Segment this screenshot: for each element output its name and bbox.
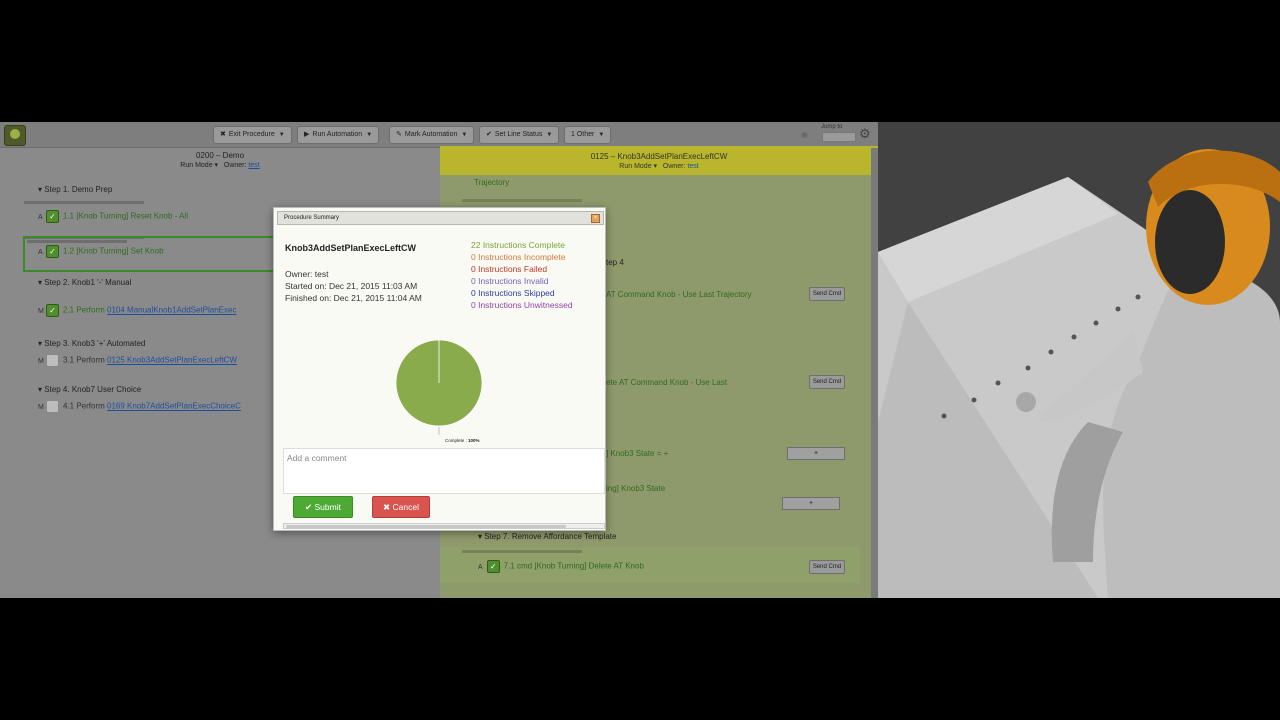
plus-button[interactable]: +: [787, 447, 845, 460]
robot-3d-viewport[interactable]: [878, 122, 1280, 598]
list-item[interactable]: M 3.1 Perform 0125 Knob3AddSetPlanExecLef…: [38, 354, 237, 367]
send-cmd-button[interactable]: Send Cmd: [809, 287, 845, 301]
chevron-down-icon: ▼: [366, 132, 373, 138]
send-cmd-button[interactable]: Send Cmd: [809, 375, 845, 389]
robot-visor: [1155, 190, 1225, 294]
checkbox-done[interactable]: ✓: [46, 210, 59, 223]
gear-icon[interactable]: ⚙: [859, 127, 871, 141]
finished-text: Finished on: Dec 21, 2015 11:04 AM: [285, 293, 422, 303]
procedure-app: ✖ Exit Procedure ▼ ▶ Run Automation ▼ ✎ Mark …: [0, 122, 878, 598]
left-procedure-title: 0200 – Demo: [195, 151, 245, 160]
jump-to-input[interactable]: [822, 132, 856, 142]
comment-input[interactable]: Add a comment: [283, 448, 605, 494]
timestamp-meta: [27, 240, 127, 243]
chevron-down-icon: ▼: [461, 132, 468, 138]
step-header[interactable]: ▾ Step 3. Knob3 '+' Automated: [38, 339, 145, 348]
step-header[interactable]: ▾ Step 2. Knob1 '-' Manual: [38, 278, 131, 287]
run-mode-menu[interactable]: Run Mode: [619, 163, 651, 170]
list-item[interactable]: M ✓ 2.1 Perform 0104 ManualKnob1AddSetPlan…: [38, 304, 236, 317]
plus-button[interactable]: +: [782, 497, 840, 510]
search-label: Jump to: [821, 124, 843, 130]
owner-text: Owner: test: [285, 269, 329, 279]
dialog-title: Procedure Summary: [284, 215, 340, 221]
robot-scene: [878, 149, 1280, 598]
left-procedure-header: 0200 – Demo Run Mode ▾ Owner: test: [0, 149, 440, 176]
camera-icon[interactable]: ◉: [801, 130, 808, 139]
set-line-status-button[interactable]: ✔ Set Line Status ▼: [479, 126, 560, 144]
run-automation-button[interactable]: ▶ Run Automation ▼: [297, 126, 380, 144]
app-logo: [4, 125, 26, 146]
pie-data-label: Complete : 100%: [445, 438, 480, 443]
right-procedure-header: 0125 – Knob3AddSetPlanExecLeftCW Run Mod…: [440, 146, 878, 175]
checkbox-done[interactable]: ✓: [486, 560, 500, 573]
close-icon[interactable]: ×: [591, 214, 600, 223]
started-text: Started on: Dec 21, 2015 11:03 AM: [285, 281, 418, 291]
close-icon: ✖: [220, 131, 226, 138]
procedure-summary-dialog: Procedure Summary × Knob3AddSetPlanExecL…: [273, 207, 606, 531]
scrollbar[interactable]: [871, 148, 878, 598]
list-item[interactable]: M 4.1 Perform 0169 Knob7AddSetPlanExecCho…: [38, 400, 241, 413]
procedure-link[interactable]: 0169 Knob7AddSetPlanExecChoiceC: [107, 402, 241, 411]
stat-complete: 22 Instructions Complete: [471, 240, 566, 250]
right-procedure-title: 0125 – Knob3AddSetPlanExecLeftCW: [590, 152, 728, 161]
timestamp-meta: [462, 550, 582, 553]
summary-pie-chart: [395, 339, 483, 435]
timestamp-meta: [24, 201, 144, 204]
owner-link[interactable]: test: [687, 163, 698, 170]
robot-hand: [1016, 392, 1036, 412]
screen: ✖ Exit Procedure ▼ ▶ Run Automation ▼ ✎ Mark …: [0, 122, 1280, 598]
step-header[interactable]: ▾ Step 4. Knob7 User Choice: [38, 385, 141, 394]
stat-incomplete: 0 Instructions Incomplete: [471, 252, 566, 262]
list-item: ete AT Command Knob - Use Last: [606, 378, 728, 387]
cancel-button[interactable]: ✖ Cancel: [372, 496, 430, 518]
play-icon: ▶: [304, 131, 310, 138]
owner-link[interactable]: test: [248, 162, 259, 169]
exit-procedure-button[interactable]: ✖ Exit Procedure ▼: [213, 126, 292, 144]
stat-skipped: 0 Instructions Skipped: [471, 288, 555, 298]
chevron-down-icon: ▼: [546, 132, 553, 138]
step-header: tep 4: [606, 258, 624, 267]
procedure-info: Owner: test Started on: Dec 21, 2015 11:…: [285, 268, 422, 304]
chevron-down-icon: ▼: [278, 132, 285, 138]
stat-unwitnessed: 0 Instructions Unwitnessed: [471, 300, 573, 310]
mark-automation-button[interactable]: ✎ Mark Automation ▼: [389, 126, 475, 144]
submit-button[interactable]: ✔ Submit: [293, 496, 353, 518]
list-item[interactable]: A ✓ 7.1 cmd [Knob Turning] Delete AT Knob: [478, 560, 644, 573]
pencil-icon: ✎: [396, 131, 402, 138]
other-menu-button[interactable]: 1 Other ▼: [564, 126, 612, 144]
procedure-link[interactable]: 0104 ManualKnob1AddSetPlanExec: [107, 306, 236, 315]
instruction-stats: 22 Instructions Complete 0 Instructions …: [471, 239, 573, 311]
check-icon: ✔: [486, 131, 492, 138]
dialog-titlebar: Procedure Summary ×: [277, 211, 604, 225]
list-item: ing] Knob3 State: [606, 484, 666, 493]
procedure-link[interactable]: 0125 Knob3AddSetPlanExecLeftCW: [107, 356, 237, 365]
toolbar: ✖ Exit Procedure ▼ ▶ Run Automation ▼ ✎ Mark …: [0, 122, 878, 148]
checkbox-done[interactable]: ✓: [46, 304, 59, 317]
checkbox[interactable]: [46, 400, 59, 413]
step-header[interactable]: ▾ Step 1. Demo Prep: [38, 185, 112, 194]
run-mode-menu[interactable]: Run Mode: [180, 162, 212, 169]
stat-failed: 0 Instructions Failed: [471, 264, 548, 274]
check-icon: ✔: [305, 502, 313, 512]
checkbox[interactable]: [46, 354, 59, 367]
horizontal-scrollbar[interactable]: [283, 523, 605, 529]
procedure-name: Knob3AddSetPlanExecLeftCW: [285, 243, 417, 253]
send-cmd-button[interactable]: Send Cmd: [809, 560, 845, 574]
list-item: Trajectory: [474, 178, 510, 187]
list-item: ] Knob3 State = +: [606, 449, 669, 458]
timestamp-meta: [462, 199, 582, 202]
list-item: AT Command Knob - Use Last Trajectory: [606, 290, 752, 299]
chevron-down-icon: ▼: [598, 132, 605, 138]
close-icon: ✖: [383, 502, 391, 512]
step-header[interactable]: ▾ Step 7. Remove Affordance Template: [478, 532, 616, 541]
stat-invalid: 0 Instructions Invalid: [471, 276, 549, 286]
list-item[interactable]: A ✓ 1.1 [Knob Turning] Reset Knob - All: [38, 210, 188, 223]
